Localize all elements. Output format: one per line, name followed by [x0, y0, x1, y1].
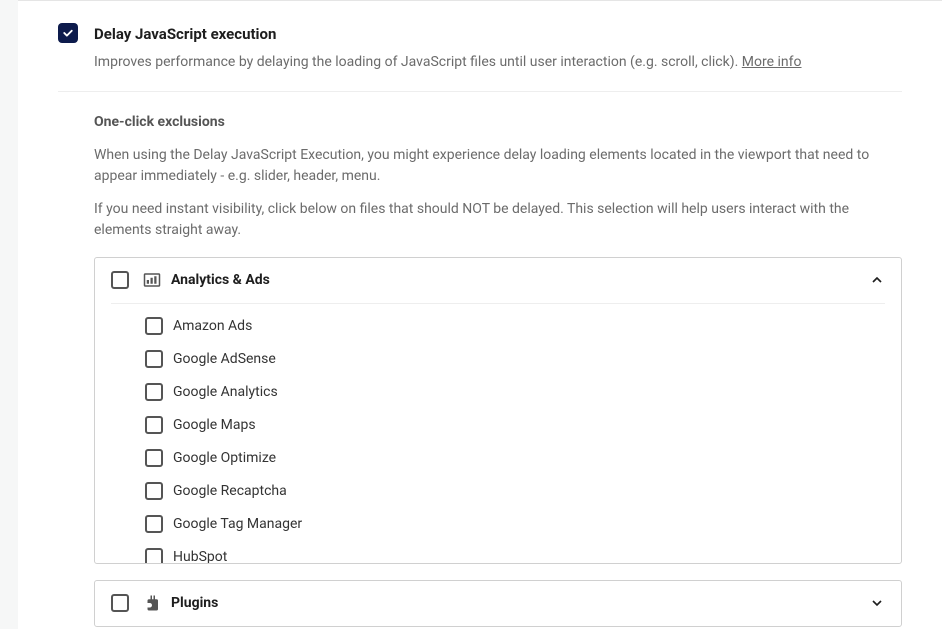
exclusions-heading: One-click exclusions: [94, 112, 902, 133]
item-label: Amazon Ads: [173, 316, 252, 337]
divider: [58, 91, 902, 92]
item-label: Google Maps: [173, 415, 256, 436]
group-checkbox-analytics[interactable]: [111, 271, 129, 289]
group-checkbox-plugins[interactable]: [111, 594, 129, 612]
list-item: HubSpot: [115, 541, 881, 563]
item-checkbox[interactable]: [145, 350, 163, 368]
checkmark-icon: [62, 27, 74, 39]
plugins-icon: [143, 594, 161, 612]
setting-title: Delay JavaScript execution: [94, 23, 902, 46]
list-item: Google AdSense: [115, 343, 881, 376]
accordion-body-analytics[interactable]: Amazon Ads Google AdSense Google Analyti…: [111, 303, 885, 563]
item-checkbox[interactable]: [145, 482, 163, 500]
exclusions-para-1: When using the Delay JavaScript Executio…: [94, 145, 902, 187]
item-checkbox[interactable]: [145, 317, 163, 335]
accordion-header-plugins[interactable]: Plugins: [95, 581, 901, 626]
item-label: Google Optimize: [173, 448, 276, 469]
accordion-title-plugins: Plugins: [171, 593, 869, 614]
item-checkbox[interactable]: [145, 383, 163, 401]
item-label: Google AdSense: [173, 349, 276, 370]
accordion-plugins: Plugins: [94, 580, 902, 627]
list-item: Google Analytics: [115, 376, 881, 409]
delay-js-checkbox[interactable]: [58, 23, 78, 43]
item-checkbox[interactable]: [145, 449, 163, 467]
item-label: Google Analytics: [173, 382, 278, 403]
item-checkbox[interactable]: [145, 416, 163, 434]
item-label: HubSpot: [173, 547, 227, 563]
list-item: Google Recaptcha: [115, 475, 881, 508]
item-checkbox[interactable]: [145, 515, 163, 533]
list-item: Google Maps: [115, 409, 881, 442]
item-checkbox[interactable]: [145, 548, 163, 563]
item-label: Google Tag Manager: [173, 514, 302, 535]
analytics-icon: [143, 271, 161, 289]
list-item: Amazon Ads: [115, 310, 881, 343]
setting-description: Improves performance by delaying the loa…: [94, 52, 902, 73]
more-info-link[interactable]: More info: [742, 54, 802, 70]
accordion-analytics: Analytics & Ads Amazon Ads Google AdSens…: [94, 257, 902, 564]
list-item: Google Tag Manager: [115, 508, 881, 541]
accordion-title-analytics: Analytics & Ads: [171, 270, 869, 291]
chevron-up-icon: [869, 272, 885, 288]
list-item: Google Optimize: [115, 442, 881, 475]
accordion-header-analytics[interactable]: Analytics & Ads: [95, 258, 901, 303]
item-label: Google Recaptcha: [173, 481, 287, 502]
chevron-down-icon: [869, 595, 885, 611]
exclusions-para-2: If you need instant visibility, click be…: [94, 199, 902, 241]
